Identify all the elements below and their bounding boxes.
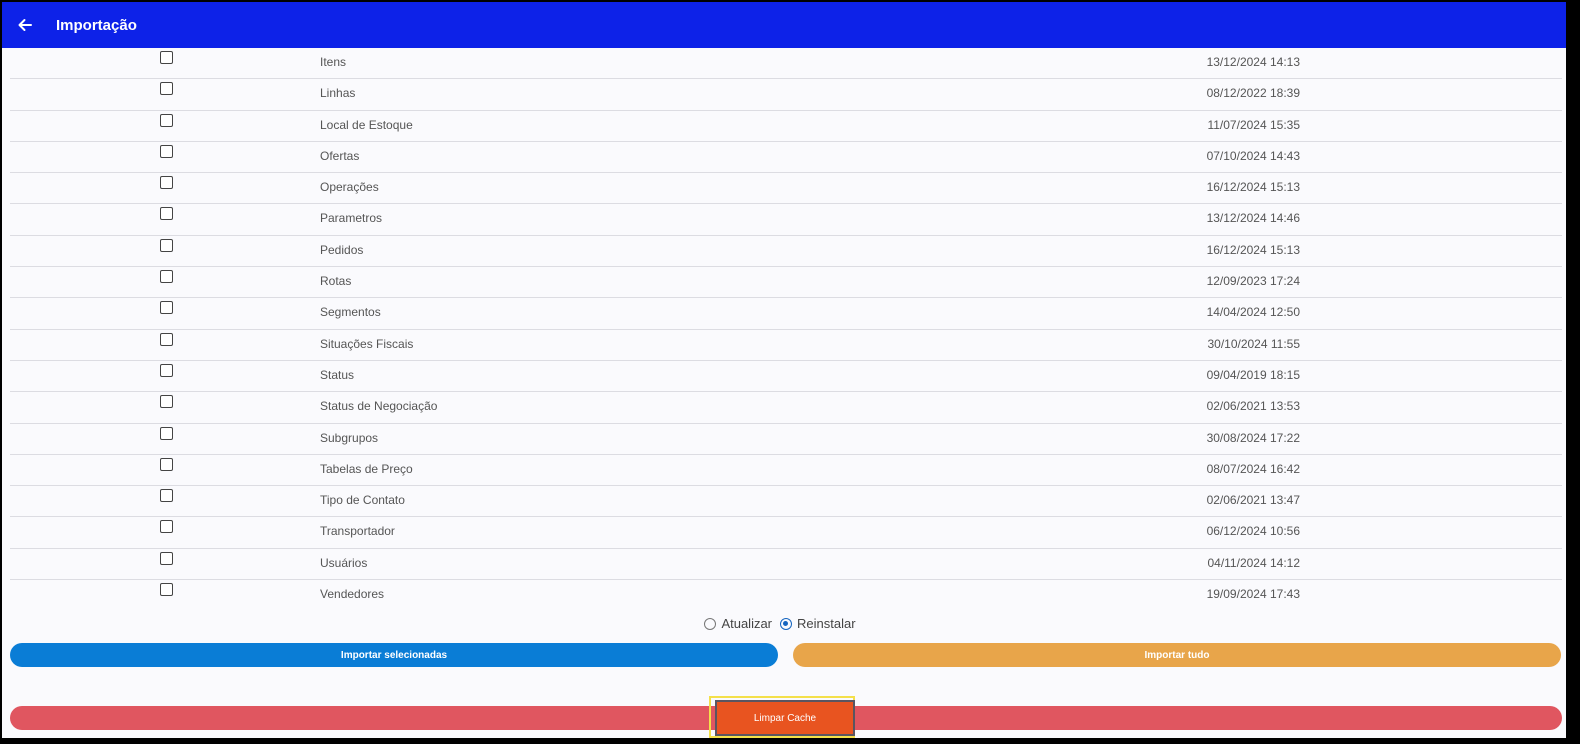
row-name: Usuários <box>320 555 368 570</box>
table-row[interactable]: Itens 13/12/2024 14:13 <box>10 48 1562 80</box>
row-name: Segmentos <box>320 305 381 320</box>
row-date: 02/06/2021 13:53 <box>1206 399 1300 414</box>
import-mode-radio-group: Atualizar Reinstalar <box>2 616 1566 631</box>
row-checkbox[interactable] <box>160 144 173 158</box>
row-date: 08/07/2024 16:42 <box>1206 461 1300 476</box>
table-row[interactable]: Segmentos 14/04/2024 12:50 <box>10 298 1562 330</box>
row-name: Status de Negociação <box>320 399 438 414</box>
row-name: Ofertas <box>320 148 360 163</box>
row-date: 02/06/2021 13:47 <box>1206 493 1300 508</box>
row-name: Tipo de Contato <box>320 493 405 508</box>
row-name: Vendedores <box>320 587 385 602</box>
row-name: Transportador <box>320 524 395 539</box>
row-name: Operações <box>320 180 379 195</box>
row-date: 30/08/2024 17:22 <box>1206 430 1300 445</box>
table-row[interactable]: Tipo de Contato 02/06/2021 13:47 <box>10 486 1562 518</box>
radio-atualizar[interactable] <box>704 617 717 630</box>
table-row[interactable]: Operações 16/12/2024 15:13 <box>10 173 1562 205</box>
row-name: Subgrupos <box>320 430 379 445</box>
row-checkbox[interactable] <box>160 82 173 96</box>
row-name: Rotas <box>320 274 352 289</box>
row-date: 11/07/2024 15:35 <box>1207 117 1300 132</box>
row-date: 04/11/2024 14:12 <box>1207 555 1300 570</box>
table-row[interactable]: Status de Negociação 02/06/2021 13:53 <box>10 392 1562 424</box>
row-date: 07/10/2024 14:43 <box>1206 148 1300 163</box>
row-name: Local de Estoque <box>320 117 413 132</box>
row-date: 16/12/2024 15:13 <box>1206 242 1300 257</box>
row-checkbox[interactable] <box>160 207 173 221</box>
row-checkbox[interactable] <box>160 270 173 284</box>
row-name: Itens <box>320 55 347 69</box>
row-checkbox[interactable] <box>160 395 173 409</box>
row-checkbox[interactable] <box>160 113 173 127</box>
table-row[interactable]: Subgrupos 30/08/2024 17:22 <box>10 424 1562 455</box>
row-date: 19/09/2024 17:43 <box>1206 587 1300 602</box>
table-row[interactable]: Usuários 04/11/2024 14:12 <box>10 549 1562 581</box>
table-row[interactable]: Status 09/04/2019 18:15 <box>10 361 1562 393</box>
app-window: Importação Itens 13/12/2024 14:13 Linhas 08… <box>2 2 1566 738</box>
table-row[interactable]: Rotas 12/09/2023 17:24 <box>10 267 1562 299</box>
radio-reinstalar[interactable] <box>780 617 793 630</box>
row-checkbox[interactable] <box>160 520 173 534</box>
row-checkbox[interactable] <box>160 583 173 597</box>
import-all-button[interactable]: Importar tudo <box>793 643 1561 667</box>
table-row[interactable]: Vendedores 19/09/2024 17:43 <box>10 580 1562 611</box>
row-date: 14/04/2024 12:50 <box>1206 305 1300 320</box>
table-row[interactable]: Situações Fiscais 30/10/2024 11:55 <box>10 330 1562 361</box>
table-row[interactable]: Linhas 08/12/2022 18:39 <box>10 79 1562 111</box>
row-name: Situações Fiscais <box>320 336 414 351</box>
row-checkbox[interactable] <box>160 363 173 377</box>
row-checkbox[interactable] <box>160 332 173 346</box>
page-title: Importação <box>56 16 137 34</box>
row-checkbox[interactable] <box>160 551 173 565</box>
row-checkbox[interactable] <box>160 51 173 64</box>
row-checkbox[interactable] <box>160 238 173 252</box>
row-date: 06/12/2024 10:56 <box>1206 524 1300 539</box>
table-row[interactable]: Pedidos 16/12/2024 15:13 <box>10 236 1562 268</box>
row-date: 09/04/2019 18:15 <box>1206 367 1300 382</box>
radio-reinstalar-label: Reinstalar <box>797 616 856 631</box>
row-name: Tabelas de Preço <box>320 461 413 476</box>
table-row[interactable]: Transportador 06/12/2024 10:56 <box>10 517 1562 549</box>
row-date: 16/12/2024 15:13 <box>1206 180 1300 195</box>
row-name: Linhas <box>320 86 356 101</box>
row-checkbox[interactable] <box>160 176 173 190</box>
table-row[interactable]: Local de Estoque 11/07/2024 15:35 <box>10 111 1562 142</box>
row-name: Pedidos <box>320 242 364 257</box>
radio-atualizar-label: Atualizar <box>721 616 773 631</box>
row-date: 08/12/2022 18:39 <box>1206 86 1300 101</box>
table-row[interactable]: Parametros 13/12/2024 14:46 <box>10 204 1562 236</box>
row-checkbox[interactable] <box>160 489 173 503</box>
table-row[interactable]: Tabelas de Preço 08/07/2024 16:42 <box>10 455 1562 487</box>
import-selected-button[interactable]: Importar selecionadas <box>10 643 778 667</box>
row-checkbox[interactable] <box>160 301 173 315</box>
row-checkbox[interactable] <box>160 426 173 440</box>
arrow-left-icon[interactable] <box>15 15 35 35</box>
row-date: 13/12/2024 14:13 <box>1206 55 1300 69</box>
row-checkbox[interactable] <box>160 457 173 471</box>
table-row[interactable]: Ofertas 07/10/2024 14:43 <box>10 142 1562 174</box>
clear-cache-button[interactable]: Limpar Cache <box>715 700 855 736</box>
import-table-list: Itens 13/12/2024 14:13 Linhas 08/12/2022 18… <box>10 48 1562 611</box>
row-date: 12/09/2023 17:24 <box>1206 274 1300 289</box>
row-date: 30/10/2024 11:55 <box>1207 336 1300 351</box>
row-name: Parametros <box>320 211 383 226</box>
row-date: 13/12/2024 14:46 <box>1206 211 1300 226</box>
row-name: Status <box>320 367 355 382</box>
app-bar: Importação <box>2 2 1566 48</box>
